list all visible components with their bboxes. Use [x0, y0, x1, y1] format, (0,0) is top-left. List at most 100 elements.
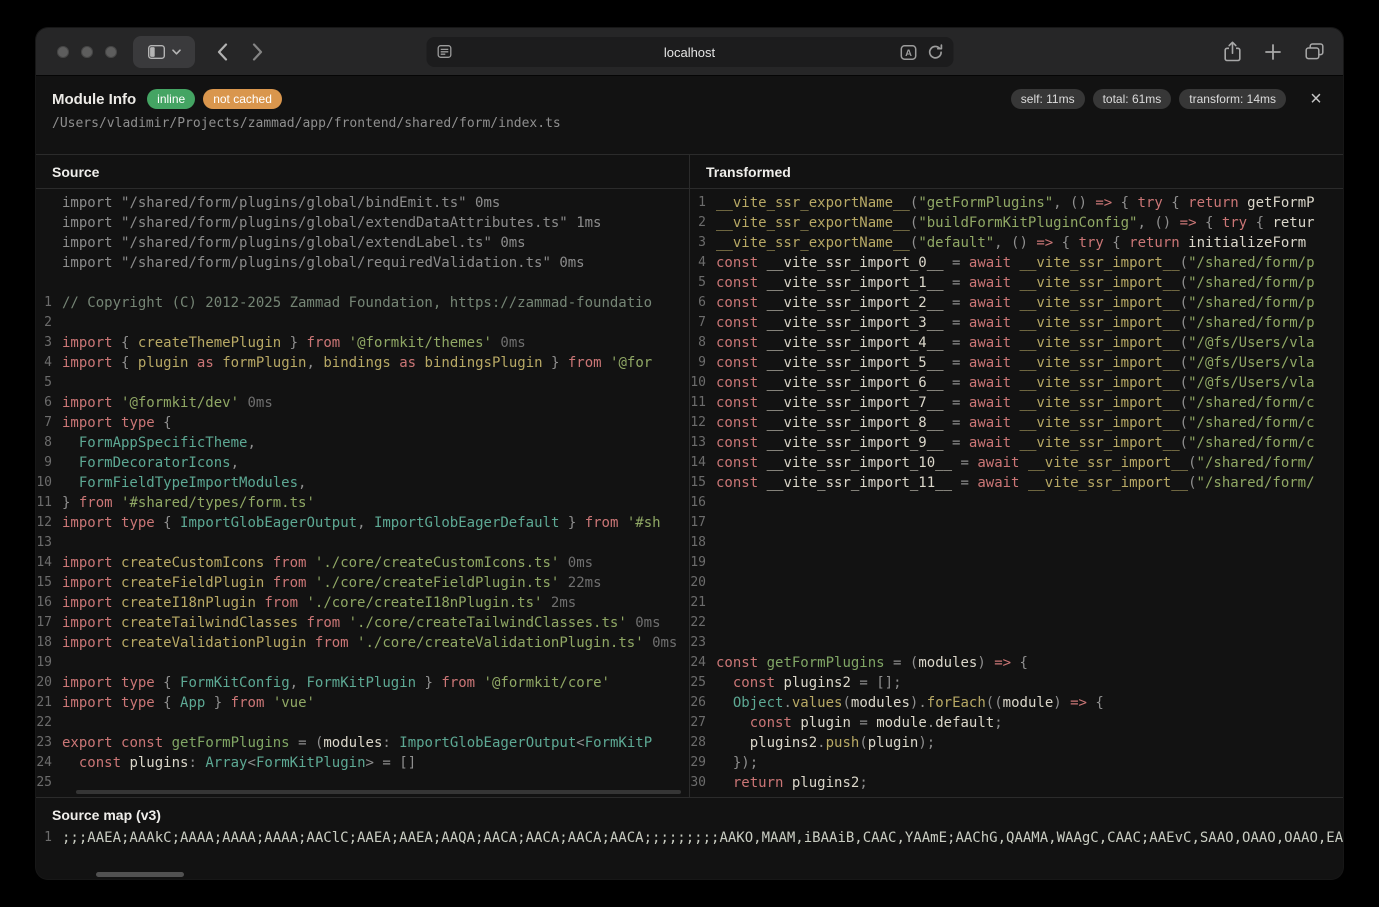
- code-line: 20: [690, 573, 1343, 593]
- code-line: 5: [36, 373, 689, 393]
- code-line: 16import createI18nPlugin from './core/c…: [36, 593, 689, 613]
- code-line: 2: [36, 313, 689, 333]
- code-line: 4const __vite_ssr_import_0__ = await __v…: [690, 253, 1343, 273]
- code-line: 19: [36, 653, 689, 673]
- code-line: 12const __vite_ssr_import_8__ = await __…: [690, 413, 1343, 433]
- code-line: 9const __vite_ssr_import_5__ = await __v…: [690, 353, 1343, 373]
- code-line: 23export const getFormPlugins = (modules…: [36, 733, 689, 753]
- timing-self-badge: self: 11ms: [1011, 89, 1085, 109]
- code-line: 24const getFormPlugins = (modules) => {: [690, 653, 1343, 673]
- code-line: 18: [690, 533, 1343, 553]
- transformed-panel-title: Transformed: [690, 155, 1343, 189]
- source-code-area[interactable]: import "/shared/form/plugins/global/bind…: [36, 189, 689, 797]
- code-line: 17: [690, 513, 1343, 533]
- code-line: 29 });: [690, 753, 1343, 773]
- inlined-import-line: import "/shared/form/plugins/global/bind…: [36, 193, 689, 213]
- source-panel: Source import "/shared/form/plugins/glob…: [36, 155, 689, 797]
- code-line: 11const __vite_ssr_import_7__ = await __…: [690, 393, 1343, 413]
- sourcemap-line-number: 1: [36, 828, 62, 848]
- code-line: 4import { plugin as formPlugin, bindings…: [36, 353, 689, 373]
- code-line: 12import type { ImportGlobEagerOutput, I…: [36, 513, 689, 533]
- forward-button[interactable]: [252, 43, 263, 61]
- module-file-path: /Users/vladimir/Projects/zammad/app/fron…: [52, 116, 1327, 131]
- code-line: 26 Object.values(modules).forEach((modul…: [690, 693, 1343, 713]
- new-tab-icon[interactable]: [1264, 43, 1282, 61]
- timing-transform-badge: transform: 14ms: [1179, 89, 1286, 109]
- code-line: 21import type { App } from 'vue': [36, 693, 689, 713]
- sourcemap-line: 1 ;;;AAEA;AAAkC;AAAA;AAAA;AAAA;AAClC;AAE…: [36, 828, 1343, 848]
- code-line: 6const __vite_ssr_import_2__ = await __v…: [690, 293, 1343, 313]
- address-bar[interactable]: localhost A: [426, 37, 953, 67]
- page-title: Module Info: [52, 91, 136, 108]
- code-line: [36, 273, 689, 293]
- sidebar-icon: [148, 45, 165, 59]
- code-line: 18import createValidationPlugin from './…: [36, 633, 689, 653]
- code-line: 9 FormDecoratorIcons,: [36, 453, 689, 473]
- translate-icon[interactable]: A: [900, 45, 916, 60]
- code-line: 11} from '#shared/types/form.ts': [36, 493, 689, 513]
- code-line: 28 plugins2.push(plugin);: [690, 733, 1343, 753]
- transformed-code-area[interactable]: 1__vite_ssr_exportName__("getFormPlugins…: [690, 189, 1343, 797]
- sidebar-toggle-button[interactable]: [133, 36, 195, 68]
- code-line: 30 return plugins2;: [690, 773, 1343, 793]
- code-line: 1// Copyright (C) 2012-2025 Zammad Found…: [36, 293, 689, 313]
- browser-titlebar: localhost A: [36, 28, 1343, 76]
- horizontal-scrollbar-thumb[interactable]: [96, 872, 184, 877]
- code-line: 25 const plugins2 = [];: [690, 673, 1343, 693]
- module-info-header: Module Info inline not cached self: 11ms…: [36, 76, 1343, 155]
- share-icon[interactable]: [1224, 41, 1241, 62]
- code-line: 3__vite_ssr_exportName__("default", () =…: [690, 233, 1343, 253]
- code-line: 19: [690, 553, 1343, 573]
- code-line: 2__vite_ssr_exportName__("buildFormKitPl…: [690, 213, 1343, 233]
- code-line: 10 FormFieldTypeImportModules,: [36, 473, 689, 493]
- sourcemap-title: Source map (v3): [36, 798, 1343, 828]
- code-line: 1__vite_ssr_exportName__("getFormPlugins…: [690, 193, 1343, 213]
- inlined-import-line: import "/shared/form/plugins/global/requ…: [36, 253, 689, 273]
- code-line: 13: [36, 533, 689, 553]
- code-line: 7const __vite_ssr_import_3__ = await __v…: [690, 313, 1343, 333]
- inlined-import-line: import "/shared/form/plugins/global/exte…: [36, 213, 689, 233]
- code-panels: Source import "/shared/form/plugins/glob…: [36, 155, 1343, 797]
- close-button[interactable]: ×: [1305, 90, 1327, 108]
- source-horizontal-scrollbar[interactable]: [76, 790, 681, 794]
- code-line: 5const __vite_ssr_import_1__ = await __v…: [690, 273, 1343, 293]
- tabs-overview-icon[interactable]: [1305, 43, 1324, 60]
- code-line: 22: [690, 613, 1343, 633]
- code-line: 8const __vite_ssr_import_4__ = await __v…: [690, 333, 1343, 353]
- code-line: 8 FormAppSpecificTheme,: [36, 433, 689, 453]
- code-line: 27 const plugin = module.default;: [690, 713, 1343, 733]
- inlined-import-line: import "/shared/form/plugins/global/exte…: [36, 233, 689, 253]
- code-line: 13const __vite_ssr_import_9__ = await __…: [690, 433, 1343, 453]
- back-button[interactable]: [217, 43, 228, 61]
- code-line: 24 const plugins: Array<FormKitPlugin> =…: [36, 753, 689, 773]
- code-line: 15import createFieldPlugin from './core/…: [36, 573, 689, 593]
- code-line: 17import createTailwindClasses from './c…: [36, 613, 689, 633]
- cache-status-badge: not cached: [203, 89, 282, 109]
- chevron-down-icon: [172, 49, 181, 55]
- code-line: 6import '@formkit/dev' 0ms: [36, 393, 689, 413]
- timing-total-badge: total: 61ms: [1093, 89, 1172, 109]
- traffic-light-minimize[interactable]: [81, 46, 93, 58]
- url-text: localhost: [664, 45, 715, 60]
- code-line: 21: [690, 593, 1343, 613]
- reload-icon[interactable]: [927, 44, 943, 60]
- code-line: 3import { createThemePlugin } from '@for…: [36, 333, 689, 353]
- code-line: 15const __vite_ssr_import_11__ = await _…: [690, 473, 1343, 493]
- sourcemap-panel: Source map (v3) 1 ;;;AAEA;AAAkC;AAAA;AAA…: [36, 797, 1343, 879]
- code-line: 23: [690, 633, 1343, 653]
- code-line: 16: [690, 493, 1343, 513]
- svg-text:A: A: [905, 48, 912, 59]
- inline-badge: inline: [147, 89, 195, 109]
- browser-window: localhost A Module Info: [36, 28, 1343, 879]
- window-controls: [57, 46, 117, 58]
- code-line: 7import type {: [36, 413, 689, 433]
- code-line: 14const __vite_ssr_import_10__ = await _…: [690, 453, 1343, 473]
- code-line: 22: [36, 713, 689, 733]
- source-panel-title: Source: [36, 155, 689, 189]
- sourcemap-mappings: ;;;AAEA;AAAkC;AAAA;AAAA;AAAA;AAClC;AAEA;…: [62, 828, 1343, 848]
- transformed-panel: Transformed 1__vite_ssr_exportName__("ge…: [689, 155, 1343, 797]
- reader-icon[interactable]: [437, 45, 451, 58]
- code-line: 14import createCustomIcons from './core/…: [36, 553, 689, 573]
- traffic-light-zoom[interactable]: [105, 46, 117, 58]
- traffic-light-close[interactable]: [57, 46, 69, 58]
